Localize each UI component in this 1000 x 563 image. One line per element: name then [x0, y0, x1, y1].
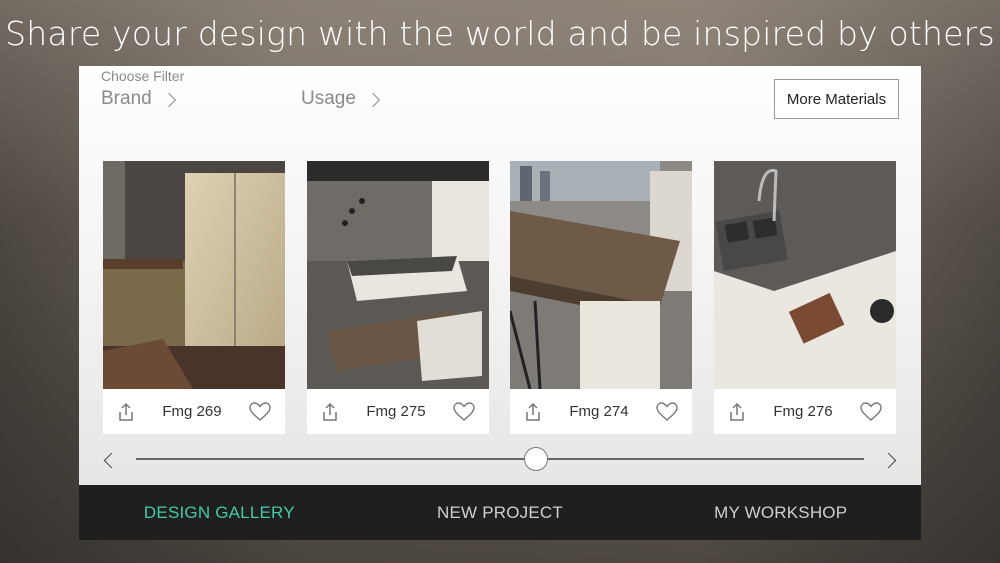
heart-icon[interactable]	[453, 401, 475, 422]
slider-handle[interactable]	[524, 447, 549, 471]
bottom-nav: DESIGN GALLERY NEW PROJECT MY WORKSHOP	[79, 485, 921, 540]
nav-my-workshop[interactable]: MY WORKSHOP	[640, 485, 921, 540]
design-thumbnail[interactable]	[103, 161, 285, 389]
design-title: Fmg 269	[162, 403, 222, 420]
page-headline: Share your design with the world and be …	[5, 14, 995, 53]
design-card[interactable]: Fmg 276	[714, 161, 896, 434]
chevron-right-icon[interactable]	[880, 452, 897, 469]
heart-icon[interactable]	[656, 401, 678, 422]
design-card[interactable]: Fmg 275	[307, 161, 489, 434]
share-icon[interactable]	[321, 402, 339, 422]
share-icon[interactable]	[117, 402, 135, 422]
chevron-right-icon	[161, 92, 176, 107]
filter-caption: Choose Filter	[101, 68, 185, 84]
chevron-right-icon	[365, 92, 380, 107]
design-thumbnail[interactable]	[510, 161, 692, 389]
heart-icon[interactable]	[860, 401, 882, 422]
nav-new-project[interactable]: NEW PROJECT	[360, 485, 641, 540]
design-title: Fmg 276	[773, 403, 833, 420]
filter-usage[interactable]: Usage	[301, 88, 380, 110]
design-card[interactable]: Fmg 274	[510, 161, 692, 434]
heart-icon[interactable]	[249, 401, 271, 422]
filter-brand[interactable]: Brand	[101, 88, 176, 110]
filter-brand-label: Brand	[101, 88, 152, 109]
gallery-slider[interactable]	[79, 447, 921, 477]
slider-track[interactable]	[136, 447, 864, 471]
design-thumbnail[interactable]	[307, 161, 489, 389]
share-icon[interactable]	[524, 402, 542, 422]
design-title: Fmg 274	[569, 403, 629, 420]
chevron-left-icon[interactable]	[103, 452, 120, 469]
gallery-panel: Choose Filter Brand Usage More Materials	[79, 66, 921, 485]
design-title: Fmg 275	[366, 403, 426, 420]
filter-usage-label: Usage	[301, 88, 356, 109]
design-card[interactable]: Fmg 269	[103, 161, 285, 434]
nav-design-gallery[interactable]: DESIGN GALLERY	[79, 485, 360, 540]
more-materials-button[interactable]: More Materials	[774, 79, 899, 119]
design-thumbnail[interactable]	[714, 161, 896, 389]
share-icon[interactable]	[728, 402, 746, 422]
